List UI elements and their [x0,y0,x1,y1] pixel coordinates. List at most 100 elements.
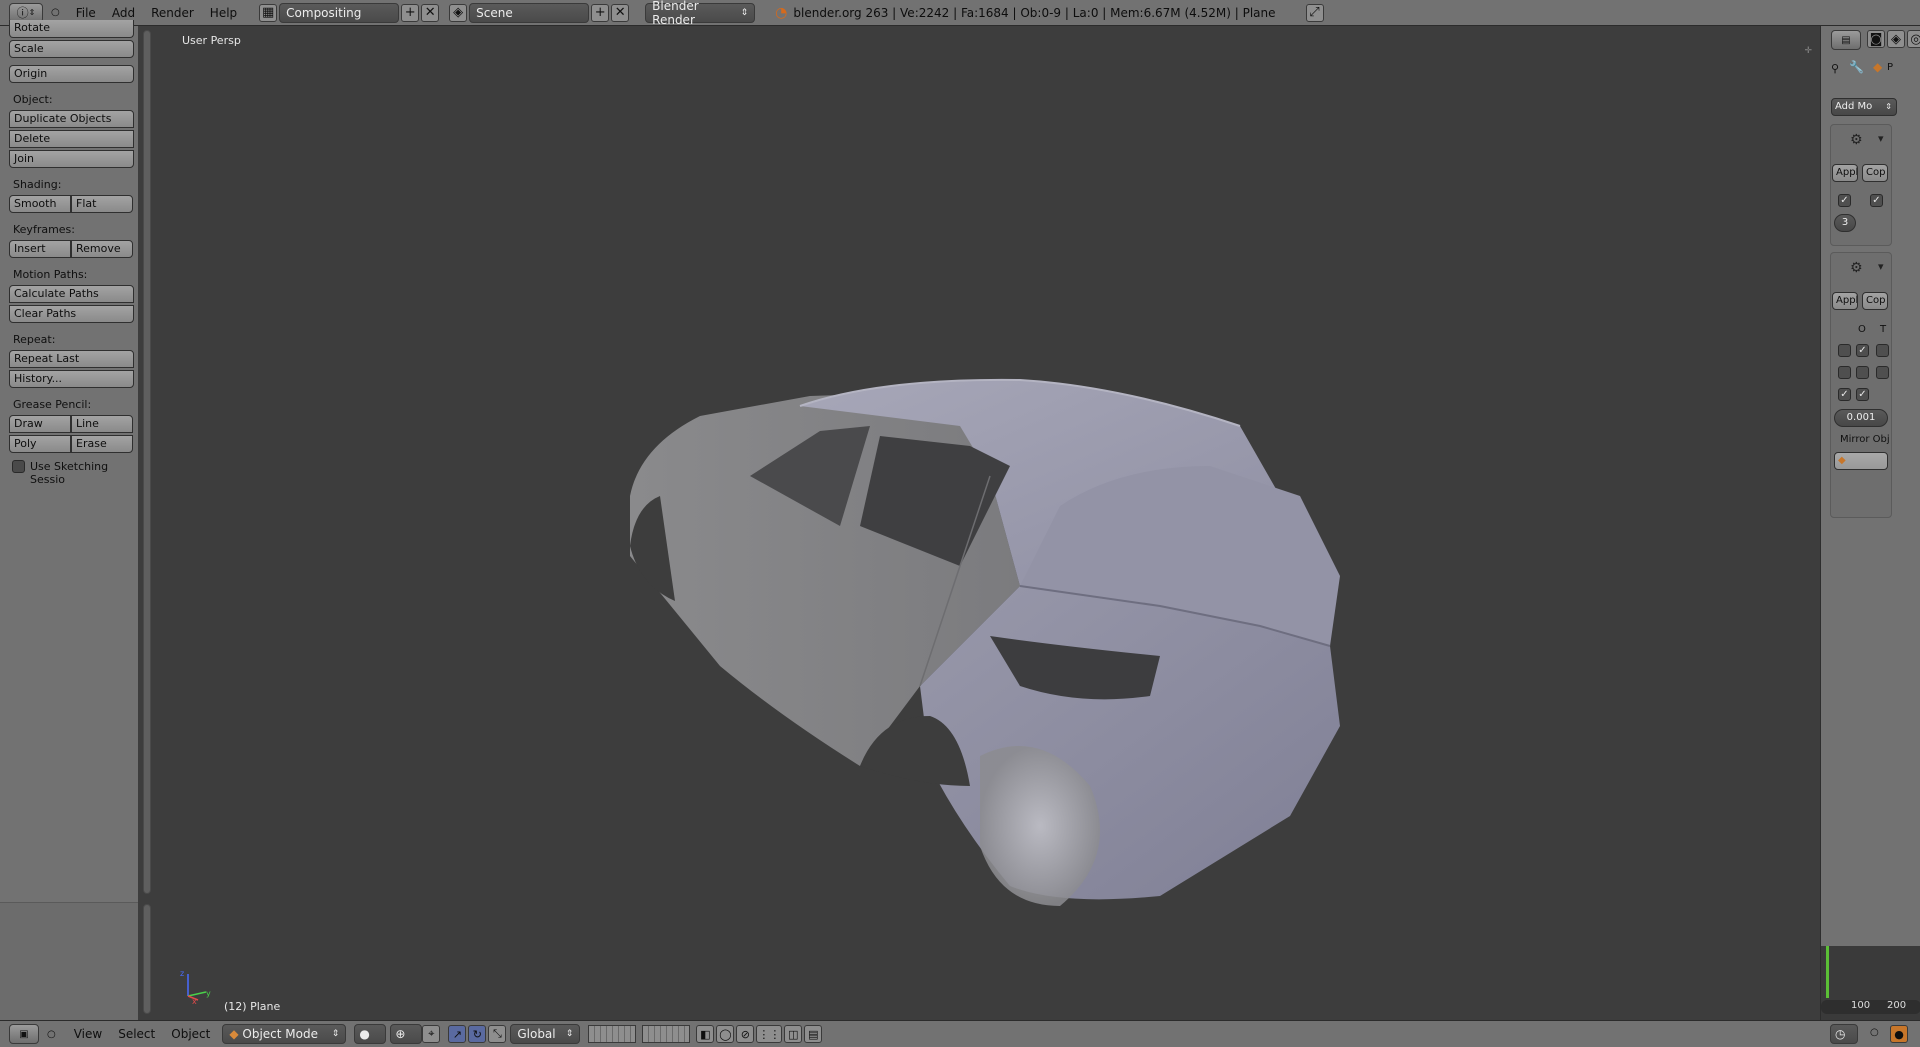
timeline-mini[interactable]: 100 200 [1820,946,1920,1020]
current-frame-marker [1826,946,1829,998]
chevron-updown-icon: ⇕ [740,7,749,18]
scene-icon[interactable]: ◈ [449,3,468,22]
flat-button[interactable]: Flat [71,195,133,213]
mirror-v-checkbox[interactable] [1876,366,1889,379]
smooth-button[interactable]: Smooth [9,195,71,213]
modifier-checkbox-2[interactable]: ✓ [1870,194,1883,207]
menu-help[interactable]: Help [202,6,245,20]
layout-icon[interactable]: ▦ [259,3,278,22]
modifier-menu-icon-2[interactable]: ▾ [1878,260,1884,273]
viewport-shading-selector[interactable]: ● [354,1024,387,1044]
mirror-x-checkbox[interactable] [1838,344,1851,357]
tool-shelf-scrollbar[interactable] [143,30,151,894]
sketching-session-label: Use Sketching Sessio [30,460,109,486]
sketching-session-checkbox[interactable] [12,460,25,473]
world-tab-icon[interactable]: ◎ [1907,30,1920,48]
copy-modifier-button[interactable]: Cop [1862,164,1888,182]
scene-tab-icon[interactable]: ◈ [1887,30,1905,48]
menu-object[interactable]: Object [163,1027,218,1041]
tool-shelf: Rotate Scale Origin Object: Duplicate Ob… [0,20,138,1020]
axis-y-label: y [206,989,211,998]
calculate-paths-button[interactable]: Calculate Paths [9,285,134,303]
operator-panel-scrollbar[interactable] [143,904,151,1014]
pivot-point-selector[interactable]: ⊕ [390,1024,423,1044]
mirror-u-checkbox[interactable] [1876,344,1889,357]
render-preview-icon[interactable]: ◫ [784,1025,803,1043]
record-key-icon[interactable]: ● [1890,1025,1908,1043]
clock-icon: ◷ [1835,1027,1846,1041]
add-scene-button[interactable]: + [591,3,610,22]
layout-selector[interactable]: Compositing [279,2,400,23]
mode-selector[interactable]: ◆ Object Mode ⇕ [222,1024,347,1044]
rotate-manipulator-icon[interactable]: ↻ [468,1025,487,1043]
menu-add[interactable]: Add [104,6,143,20]
mirror-clip-checkbox[interactable] [1856,366,1869,379]
grease-line-button[interactable]: Line [71,415,133,433]
render-tab-icon[interactable]: ◙ [1867,30,1885,48]
mirror-z-checkbox[interactable]: ✓ [1838,388,1851,401]
snap-element-selector[interactable]: ⋮⋮ [756,1025,783,1043]
remove-layout-button[interactable]: ✕ [421,3,440,22]
car-model[interactable] [160,26,1820,1020]
lock-camera-icon[interactable]: ◧ [696,1025,715,1043]
collapse-menu-icon-2[interactable]: ○ [1870,1027,1879,1038]
layer-buttons-1[interactable] [588,1025,637,1043]
scene-selector[interactable]: Scene [469,2,590,23]
3d-editor-type-button[interactable]: ▣ [9,1024,39,1044]
fullscreen-toggle-icon[interactable]: ⤢ [1305,3,1324,22]
join-button[interactable]: Join [9,150,134,168]
menu-select[interactable]: Select [110,1027,163,1041]
remove-scene-button[interactable]: ✕ [611,3,630,22]
modifier-checkbox-1[interactable]: ✓ [1838,194,1851,207]
menu-file[interactable]: File [68,6,104,20]
pin-icon[interactable]: ⚲ [1831,62,1839,75]
modifier-context-icon[interactable]: 🔧 [1849,60,1864,74]
modifier-menu-icon[interactable]: ▾ [1878,132,1884,145]
history-button[interactable]: History... [9,370,134,388]
snap-toggle-icon[interactable]: ⊘ [736,1025,755,1043]
add-layout-button[interactable]: + [401,3,420,22]
mirror-y-checkbox[interactable] [1838,366,1851,379]
mirror-object-field[interactable]: ◆ [1834,452,1888,470]
properties-icon: ▤ [1841,34,1851,46]
grease-poly-button[interactable]: Poly [9,435,71,453]
layer-buttons-2[interactable] [642,1025,691,1043]
object-tab-label: P [1887,62,1894,73]
merge-limit-field[interactable]: 0.001 [1834,409,1888,427]
manipulator-toggle-icon[interactable]: ⌖ [422,1025,441,1043]
delete-button[interactable]: Delete [9,130,134,148]
mirror-vgroup-checkbox[interactable]: ✓ [1856,388,1869,401]
menu-view[interactable]: View [66,1027,110,1041]
translate-manipulator-icon[interactable]: ↗ [448,1025,467,1043]
scale-button[interactable]: Scale [9,40,134,58]
object-mode-icon: ◆ [229,1027,239,1041]
render-animation-icon[interactable]: ▤ [804,1025,823,1043]
collapse-menu-icon[interactable]: ○ [47,1029,56,1040]
apply-mirror-button[interactable]: Appl [1832,292,1858,310]
repeat-last-button[interactable]: Repeat Last [9,350,134,368]
clear-paths-button[interactable]: Clear Paths [9,305,134,323]
proportional-edit-icon[interactable]: ◯ [716,1025,735,1043]
grease-erase-button[interactable]: Erase [71,435,133,453]
duplicate-objects-button[interactable]: Duplicate Objects [9,110,134,128]
grease-draw-button[interactable]: Draw [9,415,71,433]
playback-selector[interactable]: ◷ [1830,1024,1858,1044]
remove-keyframe-button[interactable]: Remove [71,240,133,258]
insert-keyframe-button[interactable]: Insert [9,240,71,258]
levels-field[interactable]: 3 [1834,214,1856,232]
render-engine-selector[interactable]: Blender Render ⇕ [645,0,756,27]
chevron-updown-icon: ⇕ [1885,102,1892,111]
3d-viewport[interactable]: User Persp x y z (12) Plane ✛ [160,26,1820,1020]
menu-render[interactable]: Render [143,6,202,20]
transform-orientation-selector[interactable]: Global ⇕ [510,1024,581,1044]
apply-modifier-button[interactable]: Appl [1832,164,1858,182]
properties-editor-type-button[interactable]: ▤ [1831,30,1861,50]
rotate-button[interactable]: Rotate [9,20,134,38]
mirror-merge-checkbox[interactable]: ✓ [1856,344,1869,357]
copy-mirror-button[interactable]: Cop [1862,292,1888,310]
scale-manipulator-icon[interactable]: ⤡ [488,1025,507,1043]
add-modifier-dropdown[interactable]: Add Mo ⇕ [1831,98,1897,116]
region-plus-icon[interactable]: ✛ [1804,46,1812,56]
origin-button[interactable]: Origin [9,65,134,83]
collapse-menu-icon[interactable]: ○ [51,7,60,18]
